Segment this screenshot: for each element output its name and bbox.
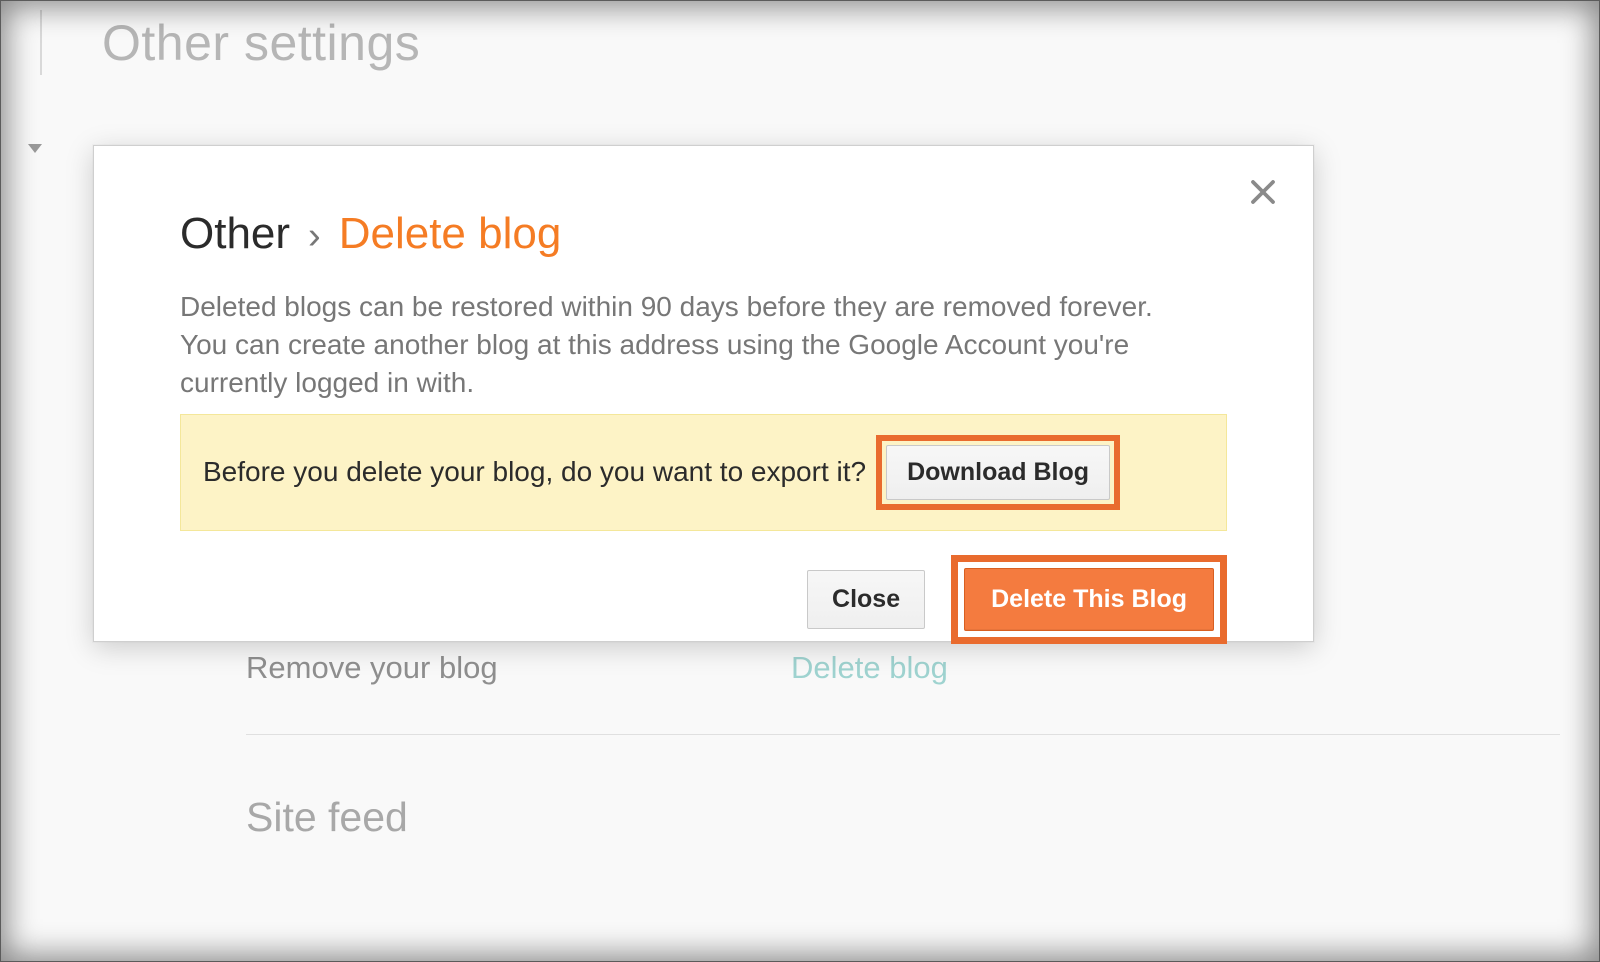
- delete-blog-link[interactable]: Delete blog: [791, 650, 948, 686]
- remove-blog-label: Remove your blog: [246, 650, 791, 686]
- close-icon[interactable]: [1241, 170, 1285, 214]
- breadcrumb: Other › Delete blog: [180, 210, 1227, 258]
- chevron-down-icon[interactable]: [28, 144, 42, 153]
- settings-row-remove-blog: Remove your blog Delete blog: [246, 650, 1560, 735]
- delete-blog-dialog: Other › Delete blog Deleted blogs can be…: [93, 145, 1314, 642]
- section-heading-site-feed: Site feed: [246, 794, 408, 841]
- page-title: Other settings: [102, 14, 420, 72]
- dialog-description: Deleted blogs can be restored within 90 …: [180, 288, 1200, 401]
- dialog-actions: Close Delete This Blog: [180, 555, 1227, 644]
- title-divider: [40, 10, 42, 75]
- download-highlight: Download Blog: [876, 435, 1120, 510]
- download-blog-button[interactable]: Download Blog: [886, 445, 1110, 500]
- export-banner: Before you delete your blog, do you want…: [180, 414, 1227, 531]
- delete-this-blog-button[interactable]: Delete This Blog: [964, 568, 1214, 631]
- chevron-right-icon: ›: [308, 216, 321, 258]
- breadcrumb-leaf: Delete blog: [339, 210, 562, 258]
- delete-highlight: Delete This Blog: [951, 555, 1227, 644]
- close-button[interactable]: Close: [807, 570, 925, 629]
- export-prompt: Before you delete your blog, do you want…: [203, 456, 866, 488]
- breadcrumb-root[interactable]: Other: [180, 210, 290, 258]
